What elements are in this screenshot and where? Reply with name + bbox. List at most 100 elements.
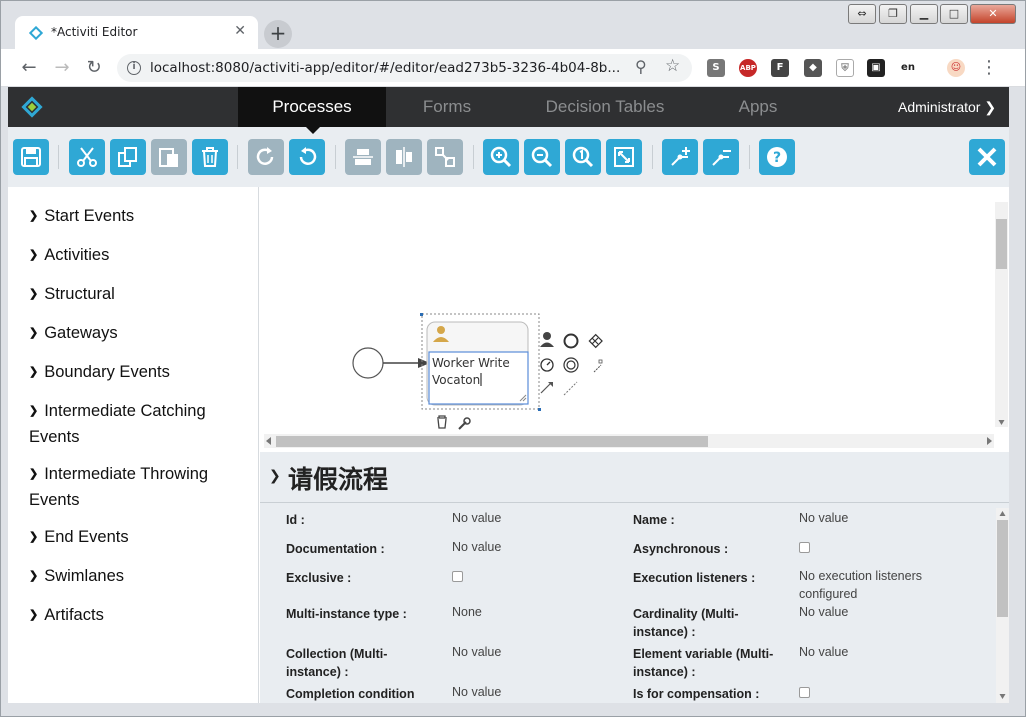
window-switch-icon[interactable]: ❐ [879, 4, 907, 24]
extension-box-icon[interactable]: ▣ [867, 59, 885, 77]
restore-tabs-icon[interactable]: ⇔ [848, 4, 876, 24]
add-bendpoint-button[interactable] [662, 139, 698, 175]
quick-add-user-task-icon[interactable] [540, 332, 554, 347]
collapse-chevron-icon[interactable]: ❯ [269, 468, 281, 484]
properties-divider [260, 502, 1009, 503]
palette-group-swimlanes[interactable]: ❯ Swimlanes [29, 564, 244, 590]
palette-group-start-events[interactable]: ❯ Start Events [29, 204, 244, 230]
task-delete-icon[interactable] [437, 415, 447, 429]
copy-button[interactable] [110, 139, 146, 175]
nav-tab-decision-tables[interactable]: Decision Tables [524, 87, 686, 127]
site-info-icon[interactable]: i [127, 61, 141, 75]
browser-menu-icon[interactable]: ⋮ [977, 57, 1001, 79]
palette-group-boundary-events[interactable]: ❯ Boundary Events [29, 360, 244, 386]
adblock-icon[interactable]: ABP [739, 59, 757, 77]
palette-group-intermediate-throwing-events[interactable]: ❯ Intermediate Throwing Events [29, 462, 244, 512]
nav-tab-forms[interactable]: Forms [386, 87, 508, 127]
tab-close-icon[interactable]: ✕ [234, 23, 246, 39]
prop-value-execution-listeners[interactable]: No execution listeners configured [799, 567, 959, 603]
extension-shield-icon[interactable]: ⛨ [836, 59, 854, 77]
zoom-fit-button[interactable] [606, 139, 642, 175]
quick-add-exclusive-gateway-icon[interactable] [588, 333, 603, 349]
prop-value-documentation[interactable]: No value [452, 538, 501, 556]
asynchronous-checkbox[interactable] [799, 542, 810, 553]
bookmark-star-icon[interactable]: ☆ [665, 56, 680, 76]
back-button[interactable]: ← [17, 57, 41, 79]
palette-group-end-events[interactable]: ❯ End Events [29, 525, 244, 551]
quick-add-timer-event-icon[interactable] [540, 358, 554, 372]
resize-handle[interactable] [420, 313, 423, 316]
close-editor-button[interactable] [969, 139, 1005, 175]
prop-value-multi-instance-type[interactable]: None [452, 603, 482, 621]
zoom-icon[interactable]: ⚲ [635, 57, 647, 76]
url-text: localhost:8080/activiti-app/editor/#/edi… [150, 60, 621, 76]
prop-label-exclusive: Exclusive : [286, 571, 352, 585]
extension-diamond-icon[interactable]: ◆ [804, 59, 822, 77]
task-name-line-2: Vocaton [432, 373, 480, 387]
help-button[interactable]: ? [759, 139, 795, 175]
same-size-button[interactable] [427, 139, 463, 175]
quick-add-intermediate-event-icon[interactable] [563, 357, 579, 373]
maximize-button[interactable]: □ [940, 4, 968, 24]
minimize-button[interactable]: ▁ [910, 4, 938, 24]
quick-add-dashed-association-icon[interactable] [563, 381, 578, 396]
activiti-logo-icon[interactable] [21, 96, 43, 118]
remove-bendpoint-button[interactable] [703, 139, 739, 175]
palette-group-activities[interactable]: ❯ Activities [29, 243, 244, 269]
start-event[interactable] [352, 347, 384, 379]
reload-button[interactable]: ↻ [82, 57, 106, 79]
prop-value-cardinality[interactable]: No value [799, 603, 848, 621]
zoom-actual-icon [572, 146, 594, 168]
align-vertical-button[interactable] [386, 139, 422, 175]
quick-add-association-icon[interactable] [593, 359, 603, 373]
editor-toolbar: ? [8, 127, 1009, 187]
translate-icon[interactable]: en [899, 59, 917, 77]
user-menu[interactable]: Administrator ❯ [898, 99, 996, 116]
delete-button[interactable] [192, 139, 228, 175]
align-horizontal-button[interactable] [345, 139, 381, 175]
canvas-vertical-scrollbar[interactable] [995, 202, 1008, 427]
exclusive-checkbox[interactable] [452, 571, 463, 582]
paste-button[interactable] [151, 139, 187, 175]
zoom-out-icon [531, 146, 553, 168]
browser-tab[interactable]: *Activiti Editor ✕ [15, 16, 258, 50]
palette-group-intermediate-catching-events[interactable]: ❯ Intermediate Catching Events [29, 399, 244, 449]
zoom-actual-button[interactable] [565, 139, 601, 175]
undo-button[interactable] [289, 139, 325, 175]
prop-label-element-variable: Element variable (Multi-instance) : [633, 647, 774, 679]
prop-value-collection[interactable]: No value [452, 643, 501, 661]
address-bar[interactable]: i localhost:8080/activiti-app/editor/#/e… [117, 54, 692, 82]
nav-tab-processes[interactable]: Processes [238, 87, 386, 127]
cut-button[interactable] [69, 139, 105, 175]
palette-group-structural[interactable]: ❯ Structural [29, 282, 244, 308]
quick-add-end-event-icon[interactable] [563, 333, 579, 349]
extension-f-icon[interactable]: F [771, 59, 789, 77]
compensation-checkbox[interactable] [799, 687, 810, 698]
chevron-right-icon: ❯ [29, 570, 39, 582]
palette-label: Intermediate Throwing Events [29, 465, 209, 509]
prop-value-completion-condition[interactable]: No value [452, 683, 501, 701]
palette-group-artifacts[interactable]: ❯ Artifacts [29, 603, 244, 629]
prop-value-element-variable[interactable]: No value [799, 643, 848, 661]
properties-scrollbar[interactable] [996, 508, 1009, 703]
forward-button[interactable]: → [50, 57, 74, 79]
window-close-button[interactable]: ✕ [970, 4, 1016, 24]
extension-s-icon[interactable]: S [707, 59, 725, 77]
close-icon [977, 147, 997, 167]
zoom-in-button[interactable] [483, 139, 519, 175]
diagram-canvas[interactable]: Worker Write Vocaton [260, 187, 1009, 452]
nav-tab-apps[interactable]: Apps [708, 87, 808, 127]
prop-value-id[interactable]: No value [452, 509, 501, 527]
canvas-horizontal-scrollbar[interactable] [264, 434, 994, 448]
palette-group-gateways[interactable]: ❯ Gateways [29, 321, 244, 347]
redo-button[interactable] [248, 139, 284, 175]
save-button[interactable] [13, 139, 49, 175]
profile-avatar[interactable]: ☺ [947, 59, 965, 77]
quick-add-sequence-flow-icon[interactable] [540, 382, 553, 394]
new-tab-button[interactable]: + [264, 20, 292, 48]
prop-value-name[interactable]: No value [799, 509, 848, 527]
task-properties-wrench-icon[interactable] [458, 417, 471, 430]
palette-label: End Events [44, 528, 129, 546]
resize-handle[interactable] [538, 408, 541, 411]
zoom-out-button[interactable] [524, 139, 560, 175]
